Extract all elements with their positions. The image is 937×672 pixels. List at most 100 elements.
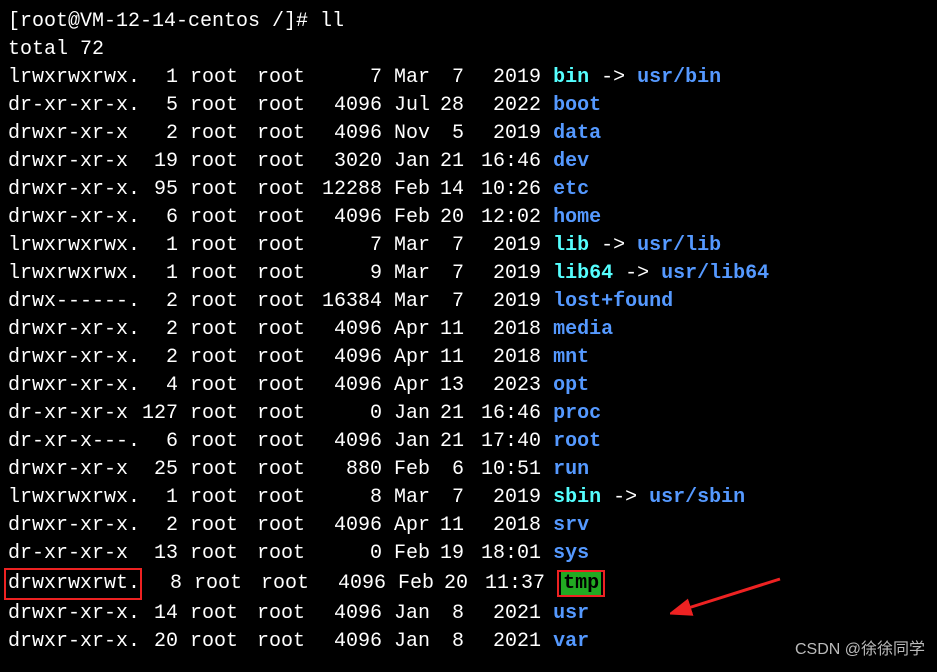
month: Feb [398,570,438,598]
highlighted-filename: tmp [557,570,605,597]
day: 13 [434,372,464,400]
time: 2018 [476,512,541,540]
day: 6 [434,456,464,484]
permissions: lrwxrwxrwx. [8,484,138,512]
size: 0 [312,540,382,568]
size: 4096 [312,316,382,344]
link-count: 1 [138,484,178,512]
owner: root [190,288,245,316]
link-count: 20 [138,628,178,656]
group: root [257,64,312,92]
time: 12:02 [476,204,541,232]
permissions: drwxr-xr-x. [8,176,138,204]
group: root [257,456,312,484]
day: 14 [434,176,464,204]
shell-prompt: [root@VM-12-14-centos /]# ll [8,8,929,36]
filename: tmp [561,572,601,595]
owner: root [190,64,245,92]
link-count: 1 [138,64,178,92]
filename: lib64 [553,262,613,285]
size: 4096 [316,570,386,598]
month: Apr [394,344,434,372]
size: 7 [312,232,382,260]
permissions: drwxr-xr-x [8,148,138,176]
permissions: dr-xr-xr-x [8,540,138,568]
link-count: 95 [138,176,178,204]
symlink-target: usr/lib [637,234,721,257]
group: root [257,120,312,148]
watermark: CSDN @徐徐同学 [795,636,925,664]
size: 4096 [312,600,382,628]
permissions: drwxr-xr-x. [8,512,138,540]
month: Jan [394,400,434,428]
owner: root [190,148,245,176]
link-count: 1 [138,232,178,260]
listing-row: lrwxrwxrwx.1 root root9 Mar7 2019 lib64 … [8,260,929,288]
listing-row: dr-xr-xr-x127 root root0 Jan21 16:46 pro… [8,400,929,428]
size: 4096 [312,344,382,372]
owner: root [190,456,245,484]
day: 11 [434,344,464,372]
size: 16384 [312,288,382,316]
month: Feb [394,456,434,484]
permissions: dr-xr-xr-x. [8,92,138,120]
day: 20 [438,570,468,598]
link-count: 1 [138,260,178,288]
time: 16:46 [476,148,541,176]
filename: lost+found [553,290,673,313]
permissions: drwxr-xr-x [8,456,138,484]
owner: root [190,428,245,456]
link-count: 2 [138,344,178,372]
month: Jan [394,600,434,628]
month: Jul [394,92,434,120]
group: root [257,148,312,176]
owner: root [190,92,245,120]
listing-row: dr-xr-xr-x.5 root root4096 Jul28 2022 bo… [8,92,929,120]
link-count: 2 [138,316,178,344]
symlink-arrow: -> [589,66,637,89]
time: 2018 [476,344,541,372]
time: 11:37 [480,570,545,598]
group: root [261,570,316,598]
link-count: 6 [138,428,178,456]
owner: root [190,260,245,288]
owner: root [190,540,245,568]
filename: etc [553,178,589,201]
permissions: drwxr-xr-x. [8,316,138,344]
day: 8 [434,628,464,656]
group: root [257,628,312,656]
group: root [257,92,312,120]
month: Feb [394,540,434,568]
filename: bin [553,66,589,89]
time: 2021 [476,600,541,628]
day: 11 [434,512,464,540]
owner: root [190,120,245,148]
owner: root [190,316,245,344]
group: root [257,540,312,568]
permissions: lrwxrwxrwx. [8,260,138,288]
listing-row: drwxr-xr-x.20 root root4096 Jan8 2021 va… [8,628,929,656]
listing-row: drwxrwxrwt.8 root root4096 Feb20 11:37 t… [8,568,929,600]
size: 3020 [312,148,382,176]
month: Feb [394,204,434,232]
filename: mnt [553,346,589,369]
filename: opt [553,374,589,397]
time: 18:01 [476,540,541,568]
permissions: lrwxrwxrwx. [8,64,138,92]
symlink-arrow: -> [613,262,661,285]
time: 2019 [476,120,541,148]
filename: usr [553,602,589,625]
group: root [257,232,312,260]
time: 2021 [476,628,541,656]
listing-row: lrwxrwxrwx.1 root root8 Mar7 2019 sbin -… [8,484,929,512]
link-count: 4 [138,372,178,400]
listing-row: drwxr-xr-x.4 root root4096 Apr13 2023 op… [8,372,929,400]
file-listing: lrwxrwxrwx.1 root root7 Mar7 2019 bin ->… [8,64,929,656]
filename: data [553,122,601,145]
listing-row: drwxr-xr-x25 root root880 Feb6 10:51 run [8,456,929,484]
month: Mar [394,260,434,288]
time: 2019 [476,64,541,92]
time: 2022 [476,92,541,120]
listing-row: drwxr-xr-x.95 root root12288 Feb14 10:26… [8,176,929,204]
link-count: 14 [138,600,178,628]
